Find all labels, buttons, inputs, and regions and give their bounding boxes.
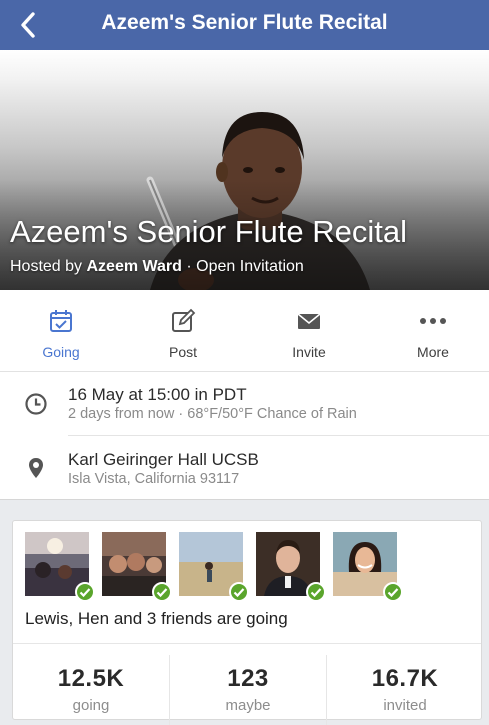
stat-invited[interactable]: 16.7K invited — [327, 655, 483, 721]
friend-avatar[interactable] — [179, 532, 249, 602]
event-time-row[interactable]: 16 May at 15:00 in PDT 2 days from now ·… — [0, 372, 489, 436]
friend-avatar[interactable] — [25, 532, 95, 602]
friend-avatar[interactable] — [333, 532, 403, 602]
friend-avatar[interactable] — [102, 532, 172, 602]
privacy-label: · Open Invitation — [186, 258, 304, 275]
post-label: Post — [168, 344, 197, 360]
card-divider — [13, 643, 481, 644]
envelope-icon — [297, 313, 321, 329]
stat-value: 12.5K — [57, 665, 125, 692]
venue-address: Isla Vista, California 93117 — [68, 471, 240, 487]
invite-button[interactable]: Invite — [248, 290, 370, 372]
host-name-link[interactable]: Azeem Ward — [87, 258, 182, 275]
going-check-icon — [383, 582, 403, 602]
venue-name: Karl Geiringer Hall UCSB — [68, 450, 259, 469]
top-bar: Azeem's Senior Flute Recital — [0, 0, 489, 50]
stat-maybe[interactable]: 123 maybe — [170, 655, 326, 721]
going-button[interactable]: Going — [0, 290, 122, 372]
hosted-by-label: Hosted by — [10, 258, 83, 275]
more-label: More — [417, 344, 449, 360]
host-line: Hosted by Azeem Ward · Open Invitation — [10, 258, 304, 276]
event-time: 16 May at 15:00 in PDT — [68, 385, 247, 404]
more-button[interactable]: More — [372, 290, 489, 372]
going-check-icon — [152, 582, 172, 602]
invite-label: Invite — [292, 344, 326, 360]
clock-icon — [25, 393, 47, 415]
calendar-check-icon — [50, 310, 72, 332]
map-pin-icon — [29, 458, 43, 478]
going-check-icon — [306, 582, 326, 602]
stat-value: 123 — [227, 665, 269, 692]
friend-avatar[interactable] — [256, 532, 326, 602]
compose-icon — [172, 308, 196, 332]
page-title: Azeem's Senior Flute Recital — [101, 11, 388, 34]
action-bar: Going Post Invite More — [0, 290, 489, 372]
going-label: Going — [42, 344, 80, 360]
stat-label: maybe — [225, 697, 271, 714]
event-details: 16 May at 15:00 in PDT 2 days from now ·… — [0, 372, 489, 500]
stat-going[interactable]: 12.5K going — [13, 655, 169, 721]
post-button[interactable]: Post — [122, 290, 244, 372]
event-title: Azeem's Senior Flute Recital — [10, 214, 408, 249]
event-forecast: 2 days from now · 68°F/50°F Chance of Ra… — [68, 406, 357, 422]
attendance-card: Lewis, Hen and 3 friends are going 12.5K… — [12, 520, 483, 725]
going-check-icon — [229, 582, 249, 602]
stat-label: invited — [383, 697, 427, 714]
more-dots-icon — [420, 318, 446, 324]
cover-photo[interactable]: Azeem's Senior Flute Recital Hosted by A… — [0, 50, 489, 290]
event-location-row[interactable]: Karl Geiringer Hall UCSB Isla Vista, Cal… — [0, 436, 489, 500]
friends-going-summary[interactable]: Lewis, Hen and 3 friends are going — [25, 609, 288, 629]
going-check-icon — [75, 582, 95, 602]
stat-label: going — [72, 697, 110, 714]
stat-value: 16.7K — [371, 665, 439, 692]
